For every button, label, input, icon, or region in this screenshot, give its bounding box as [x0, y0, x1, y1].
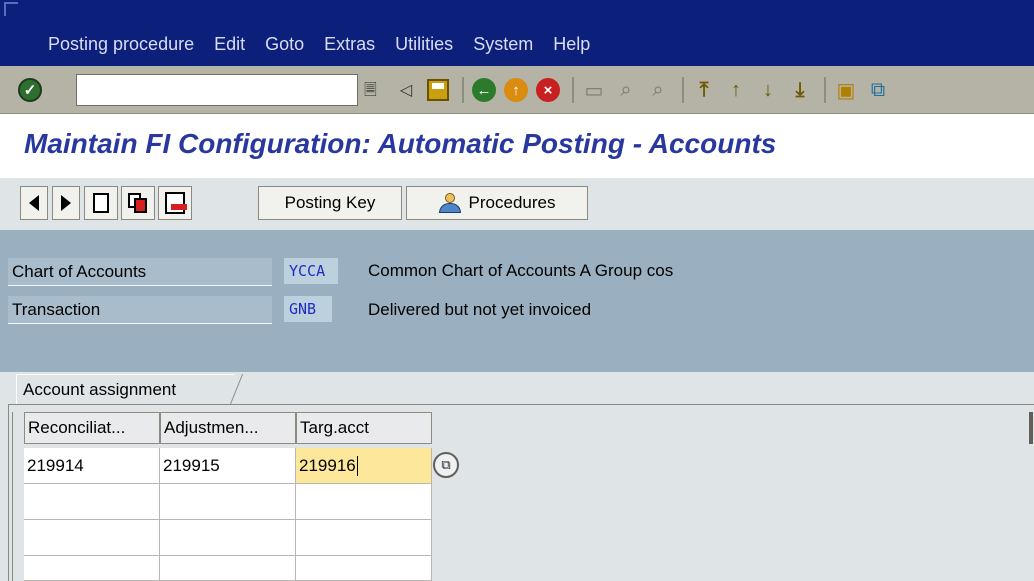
column-header-adjustment[interactable]: Adjustmen... — [160, 412, 296, 444]
header-area: Chart of Accounts YCCA Common Chart of A… — [0, 230, 1034, 372]
exit-icon[interactable]: ↑ — [502, 76, 530, 104]
posting-key-label: Posting Key — [284, 193, 376, 212]
document-icon — [93, 193, 109, 213]
last-page-icon[interactable]: ⤓ — [786, 76, 814, 104]
menu-posting-procedure[interactable]: Posting procedure — [48, 34, 194, 55]
application-toolbar: Posting Key Procedures — [0, 178, 1034, 230]
menu-edit[interactable]: Edit — [214, 34, 245, 55]
menu-goto[interactable]: Goto — [265, 34, 304, 55]
empty-cell[interactable] — [160, 520, 296, 556]
back-small-icon[interactable]: ◁ — [392, 76, 420, 104]
cell-adjustment-account[interactable]: 219915 — [160, 448, 296, 484]
system-menu-icon[interactable] — [4, 2, 18, 16]
menu-help[interactable]: Help — [553, 34, 590, 55]
command-dropdown-icon[interactable]: 🗏 — [364, 79, 380, 99]
table-scroll-marker[interactable] — [1029, 412, 1033, 444]
next-entry-button[interactable] — [52, 186, 80, 220]
tab-label: Account assignment — [23, 379, 177, 399]
print-icon[interactable]: ▭ — [580, 76, 608, 104]
find-next-icon[interactable]: ⌕ — [644, 76, 672, 104]
posting-key-button[interactable]: Posting Key — [258, 186, 402, 220]
menu-extras[interactable]: Extras — [324, 34, 375, 55]
transaction-description: Delivered but not yet invoiced — [368, 300, 592, 319]
toolbar-separator — [682, 77, 684, 103]
column-header-target-account[interactable]: Targ.acct — [296, 412, 432, 444]
previous-page-icon[interactable]: ↑ — [722, 76, 750, 104]
save-icon[interactable] — [424, 76, 452, 104]
enter-icon[interactable]: ✓ — [18, 78, 42, 102]
empty-cell[interactable] — [296, 520, 432, 556]
find-icon[interactable]: ⌕ — [612, 76, 640, 104]
chart-of-accounts-description: Common Chart of Accounts A Group cos — [368, 261, 674, 280]
transaction-value: GNB — [284, 296, 332, 322]
column-header-reconciliation[interactable]: Reconciliat... — [24, 412, 160, 444]
menu-bar: Posting procedure Edit Goto Extras Utili… — [0, 0, 1034, 66]
arrow-left-icon — [29, 195, 39, 211]
cell-target-account[interactable]: 219916 — [296, 448, 432, 484]
chart-of-accounts-label: Chart of Accounts — [8, 258, 272, 286]
toolbar-separator — [572, 77, 574, 103]
menu-system[interactable]: System — [473, 34, 533, 55]
procedures-label: Procedures — [468, 193, 556, 212]
chart-of-accounts-value: YCCA — [284, 258, 338, 284]
next-page-icon[interactable]: ↓ — [754, 76, 782, 104]
empty-cell[interactable] — [296, 556, 432, 581]
text-cursor — [356, 455, 358, 476]
previous-entry-button[interactable] — [20, 186, 48, 220]
menu-utilities[interactable]: Utilities — [395, 34, 453, 55]
arrow-right-icon — [61, 195, 71, 211]
empty-cell[interactable] — [24, 484, 160, 520]
empty-cell[interactable] — [296, 484, 432, 520]
delete-button[interactable] — [158, 186, 192, 220]
cancel-icon[interactable]: × — [534, 76, 562, 104]
copy-icon — [128, 193, 148, 213]
shortcut-icon[interactable]: ⧉ — [864, 76, 892, 104]
menu-items: Posting procedure Edit Goto Extras Utili… — [48, 34, 610, 55]
target-account-value: 219916 — [299, 455, 356, 475]
panel-divider — [12, 412, 13, 581]
cell-reconciliation-account[interactable]: 219914 — [24, 448, 160, 484]
command-field[interactable] — [76, 74, 358, 106]
standard-toolbar: ✓ 🗏 ◁ ← ↑ × ▭ ⌕ ⌕ ⤒ ↑ ↓ ⤓ ▣ ⧉ — [0, 66, 1034, 114]
procedures-button[interactable]: Procedures — [406, 186, 588, 220]
transaction-label: Transaction — [8, 296, 272, 324]
value-help-icon[interactable]: ⧉ — [433, 452, 459, 478]
first-page-icon[interactable]: ⤒ — [690, 76, 718, 104]
toolbar-separator — [462, 77, 464, 103]
empty-cell[interactable] — [24, 520, 160, 556]
toolbar-icons: ◁ ← ↑ × ▭ ⌕ ⌕ ⤒ ↑ ↓ ⤓ ▣ ⧉ — [392, 74, 896, 106]
page-title: Maintain FI Configuration: Automatic Pos… — [24, 128, 777, 159]
empty-cell[interactable] — [160, 556, 296, 581]
new-entry-button[interactable] — [84, 186, 118, 220]
back-icon[interactable]: ← — [470, 76, 498, 104]
copy-as-button[interactable] — [121, 186, 155, 220]
tab-account-assignment[interactable]: Account assignment — [16, 374, 234, 404]
delete-icon — [165, 192, 187, 214]
create-session-icon[interactable]: ▣ — [832, 76, 860, 104]
toolbar-separator — [824, 77, 826, 103]
empty-cell[interactable] — [24, 556, 160, 581]
procedures-icon — [438, 193, 461, 213]
empty-cell[interactable] — [160, 484, 296, 520]
